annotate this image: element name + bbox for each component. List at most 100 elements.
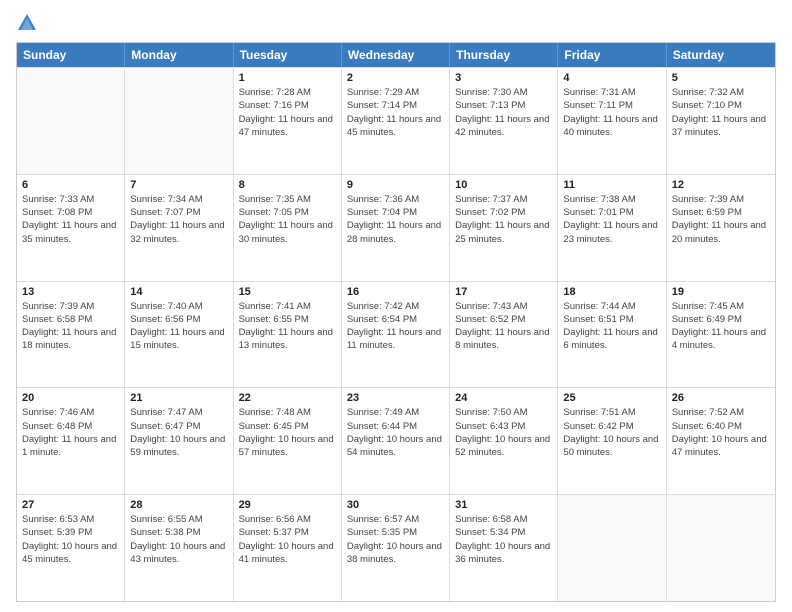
day-info: Sunrise: 7:33 AM Sunset: 7:08 PM Dayligh… xyxy=(22,193,119,246)
day-number: 28 xyxy=(130,499,227,511)
day-info: Sunrise: 6:57 AM Sunset: 5:35 PM Dayligh… xyxy=(347,513,444,566)
day-info: Sunrise: 7:47 AM Sunset: 6:47 PM Dayligh… xyxy=(130,406,227,459)
day-info: Sunrise: 7:52 AM Sunset: 6:40 PM Dayligh… xyxy=(672,406,770,459)
day-number: 25 xyxy=(563,392,660,404)
day-number: 9 xyxy=(347,179,444,191)
calendar-cell-day-14: 14 Sunrise: 7:40 AM Sunset: 6:56 PM Dayli… xyxy=(125,282,233,388)
header xyxy=(16,12,776,34)
day-info: Sunrise: 7:40 AM Sunset: 6:56 PM Dayligh… xyxy=(130,300,227,353)
day-number: 30 xyxy=(347,499,444,511)
calendar-cell-day-19: 19Sunrise: 7:45 AM Sunset: 6:49 PM Dayli… xyxy=(667,282,775,388)
day-info: Sunrise: 7:48 AM Sunset: 6:45 PM Dayligh… xyxy=(239,406,336,459)
calendar-cell-day-5: 5 Sunrise: 7:32 AM Sunset: 7:10 PM Daylig… xyxy=(667,68,775,174)
day-number: 24 xyxy=(455,392,552,404)
calendar-cell-day-30: 30 Sunrise: 6:57 AM Sunset: 5:35 PM Dayli… xyxy=(342,495,450,601)
calendar-cell-day-2: 2 Sunrise: 7:29 AM Sunset: 7:14 PM Daylig… xyxy=(342,68,450,174)
day-info: Sunrise: 7:39 AM Sunset: 6:58 PM Dayligh… xyxy=(22,300,119,353)
calendar-row-5: 27 Sunrise: 6:53 AM Sunset: 5:39 PM Dayli… xyxy=(17,494,775,601)
day-number: 17 xyxy=(455,286,552,298)
day-info: Sunrise: 7:36 AM Sunset: 7:04 PM Dayligh… xyxy=(347,193,444,246)
day-number: 14 xyxy=(130,286,227,298)
calendar-cell-day-16: 16 Sunrise: 7:42 AM Sunset: 6:54 PM Dayli… xyxy=(342,282,450,388)
day-number: 18 xyxy=(563,286,660,298)
day-number: 16 xyxy=(347,286,444,298)
day-number: 4 xyxy=(563,72,660,84)
day-info: Sunrise: 6:55 AM Sunset: 5:38 PM Dayligh… xyxy=(130,513,227,566)
day-info: Sunrise: 7:32 AM Sunset: 7:10 PM Dayligh… xyxy=(672,86,770,139)
day-number: 20 xyxy=(22,392,119,404)
day-info: Sunrise: 7:49 AM Sunset: 6:44 PM Dayligh… xyxy=(347,406,444,459)
calendar-cell-day-25: 25 Sunrise: 7:51 AM Sunset: 6:42 PM Dayli… xyxy=(558,388,666,494)
calendar-cell-day-1: 1 Sunrise: 7:28 AM Sunset: 7:16 PM Daylig… xyxy=(234,68,342,174)
calendar-cell-day-13: 13 Sunrise: 7:39 AM Sunset: 6:58 PM Dayli… xyxy=(17,282,125,388)
day-number: 22 xyxy=(239,392,336,404)
header-day-sunday: Sunday xyxy=(17,43,125,67)
calendar-cell-day-22: 22 Sunrise: 7:48 AM Sunset: 6:45 PM Dayli… xyxy=(234,388,342,494)
day-info: Sunrise: 7:34 AM Sunset: 7:07 PM Dayligh… xyxy=(130,193,227,246)
calendar-cell-day-29: 29 Sunrise: 6:56 AM Sunset: 5:37 PM Dayli… xyxy=(234,495,342,601)
logo xyxy=(16,12,42,34)
day-info: Sunrise: 6:53 AM Sunset: 5:39 PM Dayligh… xyxy=(22,513,119,566)
day-info: Sunrise: 7:30 AM Sunset: 7:13 PM Dayligh… xyxy=(455,86,552,139)
day-info: Sunrise: 7:46 AM Sunset: 6:48 PM Dayligh… xyxy=(22,406,119,459)
calendar-row-3: 13 Sunrise: 7:39 AM Sunset: 6:58 PM Dayli… xyxy=(17,281,775,388)
day-info: Sunrise: 7:38 AM Sunset: 7:01 PM Dayligh… xyxy=(563,193,660,246)
day-info: Sunrise: 7:37 AM Sunset: 7:02 PM Dayligh… xyxy=(455,193,552,246)
calendar-row-4: 20 Sunrise: 7:46 AM Sunset: 6:48 PM Dayli… xyxy=(17,387,775,494)
calendar-cell-day-8: 8 Sunrise: 7:35 AM Sunset: 7:05 PM Daylig… xyxy=(234,175,342,281)
header-day-wednesday: Wednesday xyxy=(342,43,450,67)
calendar-cell-day-27: 27 Sunrise: 6:53 AM Sunset: 5:39 PM Dayli… xyxy=(17,495,125,601)
day-number: 1 xyxy=(239,72,336,84)
day-number: 23 xyxy=(347,392,444,404)
day-number: 12 xyxy=(672,179,770,191)
calendar-cell-empty-4-5 xyxy=(558,495,666,601)
day-number: 6 xyxy=(22,179,119,191)
day-number: 2 xyxy=(347,72,444,84)
day-info: Sunrise: 7:35 AM Sunset: 7:05 PM Dayligh… xyxy=(239,193,336,246)
calendar-cell-day-11: 11Sunrise: 7:38 AM Sunset: 7:01 PM Dayli… xyxy=(558,175,666,281)
day-number: 13 xyxy=(22,286,119,298)
day-number: 5 xyxy=(672,72,770,84)
calendar-cell-day-31: 31Sunrise: 6:58 AM Sunset: 5:34 PM Dayli… xyxy=(450,495,558,601)
calendar-cell-day-4: 4Sunrise: 7:31 AM Sunset: 7:11 PM Daylig… xyxy=(558,68,666,174)
calendar-cell-day-20: 20 Sunrise: 7:46 AM Sunset: 6:48 PM Dayli… xyxy=(17,388,125,494)
day-info: Sunrise: 7:39 AM Sunset: 6:59 PM Dayligh… xyxy=(672,193,770,246)
calendar-cell-day-18: 18 Sunrise: 7:44 AM Sunset: 6:51 PM Dayli… xyxy=(558,282,666,388)
calendar-cell-day-17: 17 Sunrise: 7:43 AM Sunset: 6:52 PM Dayli… xyxy=(450,282,558,388)
day-number: 10 xyxy=(455,179,552,191)
day-info: Sunrise: 7:50 AM Sunset: 6:43 PM Dayligh… xyxy=(455,406,552,459)
header-day-tuesday: Tuesday xyxy=(234,43,342,67)
day-info: Sunrise: 6:58 AM Sunset: 5:34 PM Dayligh… xyxy=(455,513,552,566)
day-info: Sunrise: 7:29 AM Sunset: 7:14 PM Dayligh… xyxy=(347,86,444,139)
calendar-body: 1 Sunrise: 7:28 AM Sunset: 7:16 PM Daylig… xyxy=(17,67,775,601)
header-day-monday: Monday xyxy=(125,43,233,67)
calendar-cell-day-15: 15Sunrise: 7:41 AM Sunset: 6:55 PM Dayli… xyxy=(234,282,342,388)
calendar-header: SundayMondayTuesdayWednesdayThursdayFrid… xyxy=(17,43,775,67)
day-info: Sunrise: 7:51 AM Sunset: 6:42 PM Dayligh… xyxy=(563,406,660,459)
day-number: 27 xyxy=(22,499,119,511)
calendar-cell-day-21: 21Sunrise: 7:47 AM Sunset: 6:47 PM Dayli… xyxy=(125,388,233,494)
calendar-cell-day-6: 6 Sunrise: 7:33 AM Sunset: 7:08 PM Daylig… xyxy=(17,175,125,281)
day-number: 7 xyxy=(130,179,227,191)
day-info: Sunrise: 7:42 AM Sunset: 6:54 PM Dayligh… xyxy=(347,300,444,353)
calendar-cell-day-28: 28 Sunrise: 6:55 AM Sunset: 5:38 PM Dayli… xyxy=(125,495,233,601)
day-number: 8 xyxy=(239,179,336,191)
calendar-cell-day-9: 9 Sunrise: 7:36 AM Sunset: 7:04 PM Daylig… xyxy=(342,175,450,281)
day-info: Sunrise: 7:28 AM Sunset: 7:16 PM Dayligh… xyxy=(239,86,336,139)
calendar-cell-day-7: 7 Sunrise: 7:34 AM Sunset: 7:07 PM Daylig… xyxy=(125,175,233,281)
calendar-cell-day-23: 23 Sunrise: 7:49 AM Sunset: 6:44 PM Dayli… xyxy=(342,388,450,494)
day-number: 15 xyxy=(239,286,336,298)
day-number: 29 xyxy=(239,499,336,511)
header-day-thursday: Thursday xyxy=(450,43,558,67)
day-number: 19 xyxy=(672,286,770,298)
day-info: Sunrise: 7:43 AM Sunset: 6:52 PM Dayligh… xyxy=(455,300,552,353)
calendar-row-2: 6 Sunrise: 7:33 AM Sunset: 7:08 PM Daylig… xyxy=(17,174,775,281)
header-day-friday: Friday xyxy=(558,43,666,67)
calendar-row-1: 1 Sunrise: 7:28 AM Sunset: 7:16 PM Daylig… xyxy=(17,67,775,174)
day-info: Sunrise: 7:44 AM Sunset: 6:51 PM Dayligh… xyxy=(563,300,660,353)
calendar-cell-empty-0-0 xyxy=(17,68,125,174)
page: SundayMondayTuesdayWednesdayThursdayFrid… xyxy=(0,0,792,612)
day-info: Sunrise: 6:56 AM Sunset: 5:37 PM Dayligh… xyxy=(239,513,336,566)
calendar-cell-day-12: 12 Sunrise: 7:39 AM Sunset: 6:59 PM Dayli… xyxy=(667,175,775,281)
calendar: SundayMondayTuesdayWednesdayThursdayFrid… xyxy=(16,42,776,602)
